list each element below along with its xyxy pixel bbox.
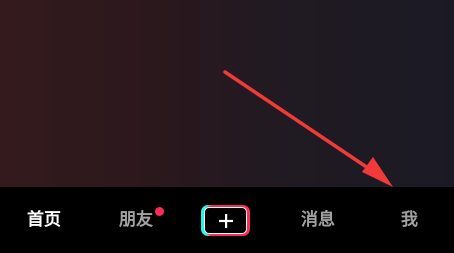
app-screen: 首页 朋友 消息 我 [0,0,454,253]
video-feed-area[interactable] [0,0,454,187]
create-button[interactable] [201,205,250,236]
tab-messages[interactable]: 消息 [301,207,335,233]
tab-friends[interactable]: 朋友 [119,207,153,233]
tab-home[interactable]: 首页 [27,207,61,233]
notification-dot [155,207,164,216]
plus-icon [204,207,247,234]
tab-me[interactable]: 我 [401,207,418,233]
